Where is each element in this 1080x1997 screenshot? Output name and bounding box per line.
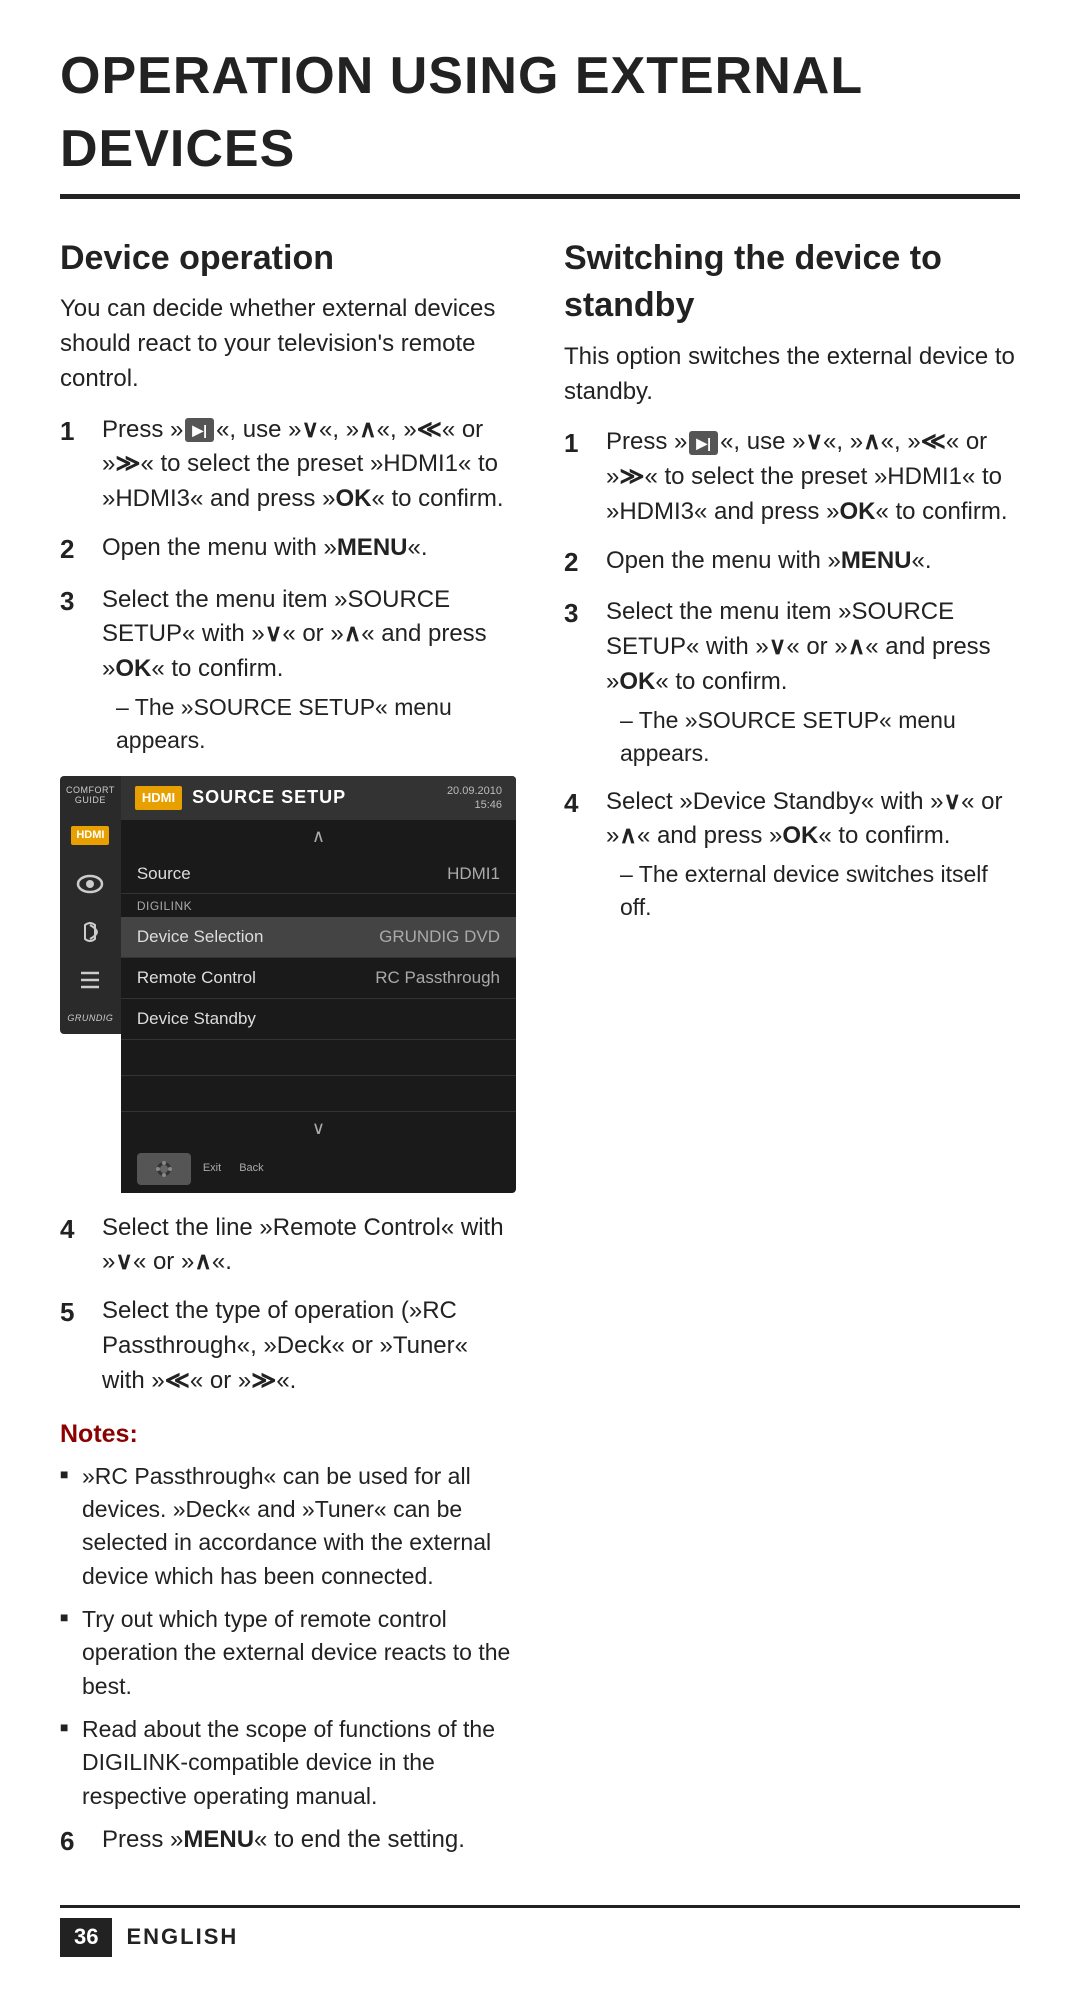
footer-language: ENGLISH <box>126 1922 238 1953</box>
step-3-right: 3 Select the menu item »SOURCE SETUP« wi… <box>564 595 1020 770</box>
step-3-right-subnote: – The »SOURCE SETUP« menu appears. <box>606 704 1020 771</box>
tv-menu-area: HDMI SOURCE SETUP 20.09.2010 15:46 ∧ Sou… <box>121 776 516 1193</box>
tv-sidebar: COMFORTGUIDE HDMI <box>60 776 121 1034</box>
tv-menu-empty-row-2 <box>121 1076 516 1112</box>
notes-title: Notes: <box>60 1417 516 1452</box>
tv-menu-empty-row-1 <box>121 1040 516 1076</box>
menu-header-title: SOURCE SETUP <box>192 785 437 810</box>
page-title: OPERATION USING EXTERNAL DEVICES <box>60 40 1020 199</box>
source-value: HDMI1 <box>447 862 500 886</box>
note-2: ■ Try out which type of remote control o… <box>60 1603 516 1703</box>
step-1: 1 Press »▶|«, use »∨«, »∧«, »≪« or »≫« t… <box>60 413 516 517</box>
note-bullet-1: ■ <box>60 1464 82 1484</box>
tv-menu-device-selection-row: Device Selection GRUNDIG DVD <box>121 917 516 958</box>
step-2: 2 Open the menu with »MENU«. <box>60 531 516 569</box>
note-text-3: Read about the scope of functions of the… <box>82 1713 516 1813</box>
hdmi-badge: HDMI <box>71 826 109 845</box>
steps-list-left-after: 4 Select the line »Remote Control« with … <box>60 1211 516 1399</box>
step-4-right-subnote: – The external device switches itself of… <box>606 858 1020 925</box>
step-6: 6 Press »MENU« to end the setting. <box>60 1823 516 1861</box>
tv-chevron-down: ∨ <box>121 1112 516 1145</box>
step-6-list: 6 Press »MENU« to end the setting. <box>60 1823 516 1861</box>
right-section-title: Switching the device to standby <box>564 235 1020 330</box>
note-bullet-2: ■ <box>60 1607 82 1627</box>
left-section-title: Device operation <box>60 235 516 283</box>
tv-icon-audio <box>70 912 110 952</box>
note-text-2: Try out which type of remote control ope… <box>82 1603 516 1703</box>
step-3: 3 Select the menu item »SOURCE SETUP« wi… <box>60 583 516 758</box>
exit-label: Exit <box>203 1161 221 1176</box>
step-1-right: 1 Press »▶|«, use »∨«, »∧«, »≪« or »≫« t… <box>564 425 1020 529</box>
tv-icon-tools <box>70 960 110 1000</box>
step-2-right: 2 Open the menu with »MENU«. <box>564 544 1020 582</box>
menu-header-time: 20.09.2010 15:46 <box>447 784 502 813</box>
source-label: Source <box>137 862 447 886</box>
page-number: 36 <box>60 1918 112 1957</box>
tv-menu-footer: Exit Back <box>121 1145 516 1193</box>
remote-icon-1: ▶| <box>185 418 214 442</box>
step-3-subnote: – The »SOURCE SETUP« menu appears. <box>102 691 516 758</box>
left-column: Device operation You can decide whether … <box>60 235 516 1875</box>
step-4-left: 4 Select the line »Remote Control« with … <box>60 1211 516 1281</box>
tv-menu-remote-control-row: Remote Control RC Passthrough <box>121 958 516 999</box>
digilink-label: DIGILINK <box>121 894 516 917</box>
back-label: Back <box>239 1161 263 1176</box>
note-3: ■ Read about the scope of functions of t… <box>60 1713 516 1813</box>
note-text-1: »RC Passthrough« can be used for all dev… <box>82 1460 516 1593</box>
device-standby-label: Device Standby <box>137 1007 500 1031</box>
note-bullet-3: ■ <box>60 1717 82 1737</box>
note-1: ■ »RC Passthrough« can be used for all d… <box>60 1460 516 1593</box>
tv-menu-source-row: Source HDMI1 <box>121 854 516 895</box>
comfort-guide-label: COMFORTGUIDE <box>66 786 115 806</box>
tv-footer-labels: Exit Back <box>203 1161 264 1176</box>
device-selection-value: GRUNDIG DVD <box>379 925 500 949</box>
notes-section: Notes: ■ »RC Passthrough« can be used fo… <box>60 1417 516 1813</box>
tv-screen: COMFORTGUIDE HDMI <box>60 776 516 1193</box>
hdmi-badge-header: HDMI <box>135 786 182 810</box>
grundig-logo: GRUNDIG <box>67 1012 113 1025</box>
right-section-intro: This option switches the external device… <box>564 340 1020 410</box>
tv-remote-icon <box>137 1153 191 1185</box>
steps-list-left: 1 Press »▶|«, use »∨«, »∧«, »≪« or »≫« t… <box>60 413 516 758</box>
steps-list-right: 1 Press »▶|«, use »∨«, »∧«, »≪« or »≫« t… <box>564 425 1020 924</box>
tv-icon-eye <box>70 864 110 904</box>
tv-menu-header: HDMI SOURCE SETUP 20.09.2010 15:46 <box>121 776 516 821</box>
remote-control-label: Remote Control <box>137 966 375 990</box>
step-4-right: 4 Select »Device Standby« with »∨« or »∧… <box>564 785 1020 925</box>
tv-chevron-up: ∧ <box>121 820 516 853</box>
page-footer: 36 ENGLISH <box>60 1905 1020 1957</box>
remote-icon-right-1: ▶| <box>689 431 718 455</box>
left-section-intro: You can decide whether external devices … <box>60 292 516 396</box>
tv-icon-hdmi: HDMI <box>70 816 110 856</box>
device-selection-label: Device Selection <box>137 925 379 949</box>
tv-menu-device-standby-row: Device Standby <box>121 999 516 1040</box>
remote-control-value: RC Passthrough <box>375 966 500 990</box>
step-5-left: 5 Select the type of operation (»RC Pass… <box>60 1294 516 1398</box>
right-column: Switching the device to standby This opt… <box>564 235 1020 1875</box>
